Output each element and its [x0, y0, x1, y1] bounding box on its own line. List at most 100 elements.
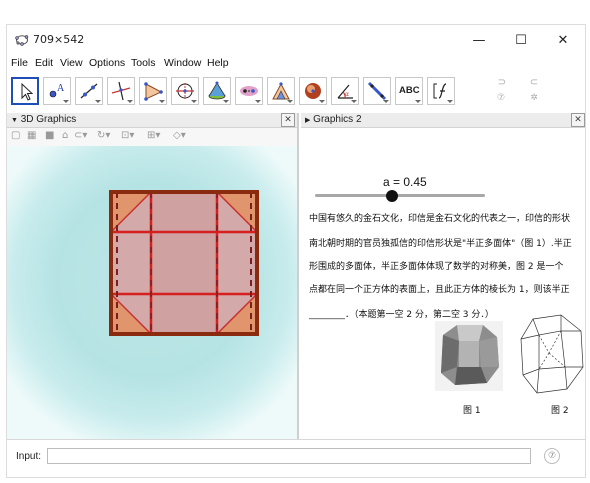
- clipping-icon[interactable]: ⊂▾: [74, 130, 87, 141]
- function-tool-button[interactable]: [427, 77, 455, 105]
- tool-expand-icon: [319, 100, 325, 103]
- close-panel-icon[interactable]: ✕: [281, 113, 295, 127]
- problem-line-2: 南北朝时期的官员独孤信的印信形状是"半正多面体"（图 1）.半正: [309, 239, 572, 249]
- sphere-tool-button[interactable]: [299, 77, 327, 105]
- graphics-3d-panel: ▼ 3D Graphics ✕ ▢ ▦ ■ ⌂ ⊂▾ ↻▾ ⊡▾ ⊞▾ ◇▾: [7, 113, 299, 439]
- tool-expand-icon: [447, 100, 453, 103]
- tool-expand-icon: [415, 100, 421, 103]
- point-icon: A: [49, 83, 65, 98]
- problem-line-4: 点都在同一个正方体的表面上，且此正方体的棱长为 1，则该半正: [309, 285, 570, 295]
- pyramid-icon: [208, 81, 226, 100]
- undo-button[interactable]: ⊃: [489, 77, 515, 91]
- svg-text:A: A: [57, 83, 65, 94]
- cube-view-icon[interactable]: ◇▾: [173, 130, 186, 141]
- input-field[interactable]: [47, 448, 531, 464]
- menu-options[interactable]: Options: [89, 57, 125, 69]
- slider-icon: [367, 81, 387, 101]
- app-window: 709×542 — ☐ ✕ File Edit View Options Too…: [6, 24, 586, 478]
- close-panel-icon[interactable]: ✕: [571, 113, 585, 127]
- text-tool-button[interactable]: ABC: [395, 77, 423, 105]
- slider-knob[interactable]: [385, 190, 398, 202]
- rotate-view-icon[interactable]: ↻▾: [97, 130, 110, 141]
- figure-1-caption: 图 1: [463, 406, 481, 416]
- graphics-2-title: Graphics 2: [313, 114, 362, 125]
- angle-tool-button[interactable]: α: [331, 77, 359, 105]
- slider-tool-button[interactable]: [363, 77, 391, 105]
- graphics-3d-title-row: ▼ 3D Graphics: [11, 114, 76, 125]
- input-label: Input:: [16, 451, 42, 462]
- tool-expand-icon: [351, 100, 357, 103]
- circle-icon: [176, 83, 194, 99]
- tool-expand-icon: [383, 100, 389, 103]
- slider-track[interactable]: [315, 194, 485, 197]
- figure-2-caption: 图 2: [551, 406, 569, 416]
- menu-window[interactable]: Window: [164, 57, 201, 69]
- menu-edit[interactable]: Edit: [35, 57, 53, 69]
- menu-bar: File Edit View Options Tools Window Help: [7, 55, 585, 73]
- point-tool-button[interactable]: A: [43, 77, 71, 105]
- line-tool-button[interactable]: [75, 77, 103, 105]
- help-button[interactable]: ⑦: [491, 93, 511, 107]
- graphics-2-panel: ▶ Graphics 2 ✕ a = 0.45 中国有悠久的金石文化，印信是金石…: [301, 113, 585, 439]
- seal-photo-figure: [435, 321, 503, 391]
- cursor-arrow-icon: [21, 82, 34, 101]
- axes-toggle-icon[interactable]: ▢: [11, 130, 20, 141]
- toolbar: A α ABC ⊃ ⊂ ⑦ ✲: [7, 73, 585, 113]
- minimize-icon: —: [472, 32, 486, 48]
- tool-expand-icon: [63, 100, 69, 103]
- pyramid-tool-button[interactable]: [203, 77, 231, 105]
- tool-expand-icon: [255, 100, 261, 103]
- polygon-tool-button[interactable]: [139, 77, 167, 105]
- circle-tool-button[interactable]: [171, 77, 199, 105]
- input-bar: Input: ⑦: [7, 439, 585, 477]
- settings-button[interactable]: ✲: [524, 93, 544, 107]
- svg-text:α: α: [345, 91, 349, 98]
- graphics-2-header: ▶ Graphics 2 ✕: [301, 113, 585, 128]
- menu-view[interactable]: View: [60, 57, 83, 69]
- window-title: 709×542: [33, 33, 85, 46]
- grid-toggle-icon[interactable]: ▦: [27, 130, 36, 141]
- graphics-3d-header: ▼ 3D Graphics ✕: [7, 113, 297, 128]
- maximize-icon: ☐: [515, 32, 527, 48]
- tool-expand-icon: [287, 100, 293, 103]
- net-tool-button[interactable]: [267, 77, 295, 105]
- view-direction-icon[interactable]: ⊡▾: [121, 130, 134, 141]
- plane-toggle-icon[interactable]: ■: [45, 130, 54, 141]
- projection-icon[interactable]: ⊞▾: [147, 130, 160, 141]
- graphics-3d-title: 3D Graphics: [20, 114, 77, 125]
- tool-expand-icon: [191, 100, 197, 103]
- menu-help[interactable]: Help: [207, 57, 229, 69]
- reflect-point-icon: [240, 86, 258, 96]
- minimize-button[interactable]: —: [459, 27, 499, 53]
- close-icon: ✕: [557, 32, 569, 48]
- net-icon: [272, 82, 290, 100]
- graphics-3d-canvas[interactable]: [7, 146, 297, 439]
- sphere-icon: [305, 83, 321, 99]
- graphics-2-title-row: ▶ Graphics 2: [305, 114, 362, 125]
- menu-file[interactable]: File: [11, 57, 28, 69]
- reflect-tool-button[interactable]: [235, 77, 263, 105]
- line-icon: [80, 83, 98, 99]
- text-icon: ABC: [399, 85, 420, 96]
- tool-expand-icon: [159, 100, 165, 103]
- polyhedron-wireframe-figure: [520, 314, 584, 394]
- angle-icon: α: [337, 84, 353, 99]
- perpendicular-tool-button[interactable]: [107, 77, 135, 105]
- collapse-triangle-icon[interactable]: ▼: [11, 117, 18, 124]
- menu-tools[interactable]: Tools: [131, 57, 156, 69]
- polygon-icon: [144, 82, 163, 101]
- graphics-3d-style-bar: ▢ ▦ ■ ⌂ ⊂▾ ↻▾ ⊡▾ ⊞▾ ◇▾: [7, 128, 297, 146]
- close-button[interactable]: ✕: [543, 27, 583, 53]
- move-tool-button[interactable]: [11, 77, 39, 105]
- redo-button[interactable]: ⊂: [521, 77, 547, 91]
- input-help-icon[interactable]: ⑦: [544, 448, 560, 464]
- maximize-button[interactable]: ☐: [501, 27, 541, 53]
- expand-triangle-icon[interactable]: ▶: [305, 117, 310, 124]
- geogebra-app-icon: [15, 35, 29, 46]
- tool-expand-icon: [127, 100, 133, 103]
- title-bar: 709×542 — ☐ ✕: [7, 25, 585, 55]
- home-view-icon[interactable]: ⌂: [62, 130, 68, 141]
- tool-expand-icon: [223, 100, 229, 103]
- tool-expand-icon: [95, 100, 101, 103]
- polyhedron[interactable]: [109, 190, 259, 336]
